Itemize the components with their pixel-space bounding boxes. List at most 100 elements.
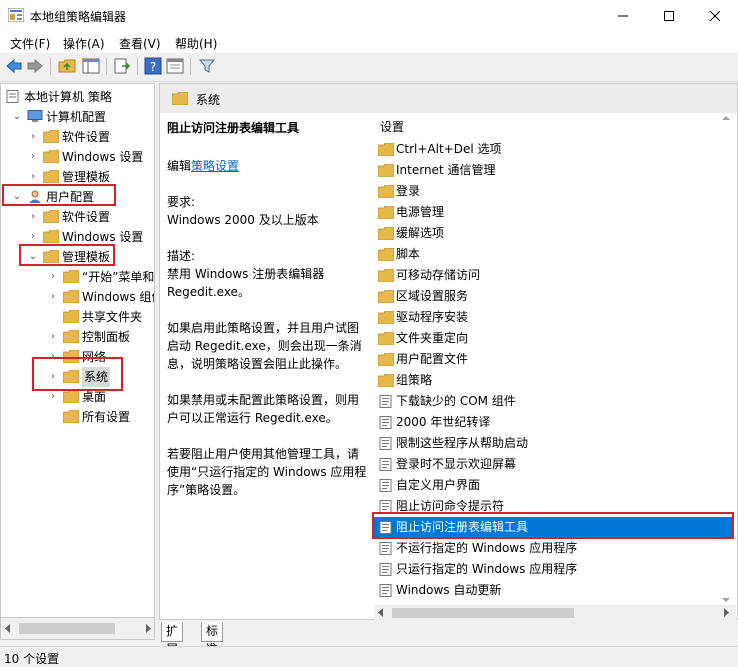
- tab-standard[interactable]: 标准: [201, 622, 224, 656]
- settings-vertical-scrollbar[interactable]: [717, 114, 735, 607]
- folder-icon: [378, 164, 394, 177]
- setting-row[interactable]: 组策略: [374, 370, 734, 390]
- tree-pane[interactable]: 本地计算机 策略 ⌄ 计算机配置 › 软件设置 › Windows 设置 › 管理模板 ⌄ 用户配置…: [0, 83, 155, 618]
- menu-view[interactable]: 查看(V): [119, 35, 161, 52]
- chevron-right-icon[interactable]: ›: [27, 167, 39, 187]
- help-icon[interactable]: ?: [144, 57, 162, 75]
- menu-bar: 文件(F) 操作(A) 查看(V) 帮助(H): [0, 31, 738, 53]
- settings-list[interactable]: 设置 Ctrl+Alt+Del 选项 Internet 通信管理 登录 电源管理 缓解选…: [364, 113, 737, 618]
- setting-row[interactable]: 登录: [374, 181, 734, 201]
- tab-extended[interactable]: 扩展: [161, 622, 184, 656]
- chevron-right-icon[interactable]: ›: [27, 227, 39, 247]
- setting-row[interactable]: Ctrl+Alt+Del 选项: [374, 139, 734, 159]
- setting-row[interactable]: 登录时不显示欢迎屏幕: [374, 454, 734, 474]
- forward-arrow-icon[interactable]: [26, 57, 44, 75]
- chevron-right-icon[interactable]: ›: [27, 207, 39, 227]
- window-title: 本地组策略编辑器: [30, 10, 127, 24]
- tree-item-label: 网络: [82, 350, 107, 364]
- tree-item-label: 管理模板: [62, 170, 111, 184]
- policy-setting-icon: [379, 458, 392, 471]
- up-folder-icon[interactable]: [58, 57, 76, 75]
- setting-label: 只运行指定的 Windows 应用程序: [396, 562, 578, 576]
- setting-row[interactable]: 文件夹重定向: [374, 328, 734, 348]
- menu-file[interactable]: 文件(F): [10, 35, 50, 52]
- setting-row[interactable]: 驱动程序安装: [374, 307, 734, 327]
- scroll-right-icon[interactable]: [724, 608, 730, 617]
- setting-row[interactable]: 2000 年世纪转译: [374, 412, 734, 432]
- toolbar-separator: [106, 58, 107, 75]
- setting-row[interactable]: 下载缺少的 COM 组件: [374, 391, 734, 411]
- setting-row[interactable]: 限制这些程序从帮助启动: [374, 433, 734, 453]
- setting-row[interactable]: 只运行指定的 Windows 应用程序: [374, 559, 734, 579]
- back-arrow-icon[interactable]: [5, 57, 23, 75]
- minimize-button[interactable]: [600, 0, 646, 31]
- setting-label: 用户配置文件: [396, 352, 469, 366]
- setting-row[interactable]: 用户配置文件: [374, 349, 734, 369]
- chevron-right-icon[interactable]: ›: [47, 287, 59, 307]
- chevron-right-icon[interactable]: ›: [47, 387, 59, 407]
- chevron-right-icon[interactable]: ›: [27, 127, 39, 147]
- setting-row[interactable]: 缓解选项: [374, 223, 734, 243]
- scroll-left-icon[interactable]: [378, 608, 384, 617]
- menu-help[interactable]: 帮助(H): [175, 35, 217, 52]
- setting-row[interactable]: 不运行指定的 Windows 应用程序: [374, 538, 734, 558]
- properties-icon[interactable]: [166, 57, 184, 75]
- policy-setting-icon: [379, 479, 392, 492]
- tree-item-label: Windows 组件: [82, 290, 154, 304]
- tree-item-label: 桌面: [82, 390, 107, 404]
- setting-row[interactable]: Windows 自动更新: [374, 580, 734, 600]
- folder-icon: [378, 374, 394, 387]
- policy-description: 阻止访问注册表编辑工具 编辑策略设置 要求: Windows 2000 及以上版…: [160, 113, 366, 618]
- folder-icon: [63, 310, 79, 323]
- chevron-down-icon[interactable]: ⌄: [11, 107, 23, 127]
- maximize-icon: [664, 10, 674, 21]
- chevron-right-icon[interactable]: ›: [47, 347, 59, 367]
- chevron-right-icon[interactable]: ›: [27, 147, 39, 167]
- scroll-right-icon[interactable]: [146, 624, 152, 633]
- scroll-left-icon[interactable]: [5, 624, 11, 633]
- setting-row[interactable]: 脚本: [374, 244, 734, 264]
- settings-horizontal-scrollbar[interactable]: [374, 605, 736, 620]
- selected-setting-row[interactable]: 阻止访问注册表编辑工具: [374, 517, 734, 537]
- export-list-icon[interactable]: [113, 57, 131, 75]
- chevron-right-icon[interactable]: ›: [47, 267, 59, 287]
- folder-icon: [63, 390, 79, 403]
- folder-icon: [43, 210, 59, 223]
- tree-item-label: 软件设置: [62, 130, 111, 144]
- scroll-thumb[interactable]: [392, 608, 574, 618]
- requirements-value: Windows 2000 及以上版本: [167, 213, 319, 227]
- chevron-down-icon[interactable]: ⌄: [27, 247, 39, 267]
- setting-row[interactable]: 阻止访问命令提示符: [374, 496, 734, 516]
- filter-icon[interactable]: [198, 57, 216, 75]
- policy-title: 阻止访问注册表编辑工具: [167, 121, 300, 135]
- folder-icon: [378, 143, 394, 156]
- menu-action[interactable]: 操作(A): [63, 35, 105, 52]
- setting-label: 下载缺少的 COM 组件: [396, 394, 516, 408]
- setting-row[interactable]: 电源管理: [374, 202, 734, 222]
- setting-row[interactable]: 可移动存储访问: [374, 265, 734, 285]
- details-pane: 系统 阻止访问注册表编辑工具 编辑策略设置 要求: Windows 2000 及…: [159, 83, 738, 620]
- edit-policy-link[interactable]: 策略设置: [191, 159, 239, 173]
- setting-label: Ctrl+Alt+Del 选项: [396, 142, 502, 156]
- setting-label: 组策略: [396, 373, 433, 387]
- setting-row[interactable]: 区域设置服务: [374, 286, 734, 306]
- scroll-thumb[interactable]: [19, 623, 115, 634]
- folder-icon: [43, 150, 59, 163]
- setting-row[interactable]: 自定义用户界面: [374, 475, 734, 495]
- chevron-right-icon[interactable]: ›: [47, 367, 59, 387]
- chevron-right-icon[interactable]: ›: [47, 327, 59, 347]
- setting-row[interactable]: Internet 通信管理: [374, 160, 734, 180]
- maximize-button[interactable]: [646, 0, 692, 31]
- description-line: 若要阻止用户使用其他管理工具，请: [167, 447, 360, 461]
- close-button[interactable]: [692, 0, 738, 31]
- chevron-down-icon[interactable]: ⌄: [11, 187, 23, 207]
- tree-horizontal-scrollbar[interactable]: [0, 618, 155, 640]
- policy-setting-icon: [379, 542, 392, 555]
- setting-label: 自定义用户界面: [396, 478, 481, 492]
- folder-icon: [378, 290, 394, 303]
- folder-icon: [63, 370, 79, 383]
- edit-prefix: 编辑: [167, 159, 192, 173]
- settings-column-header[interactable]: 设置: [380, 118, 404, 135]
- show-hide-tree-icon[interactable]: [82, 57, 100, 75]
- tree-item-label: “开始”菜单和: [82, 270, 155, 284]
